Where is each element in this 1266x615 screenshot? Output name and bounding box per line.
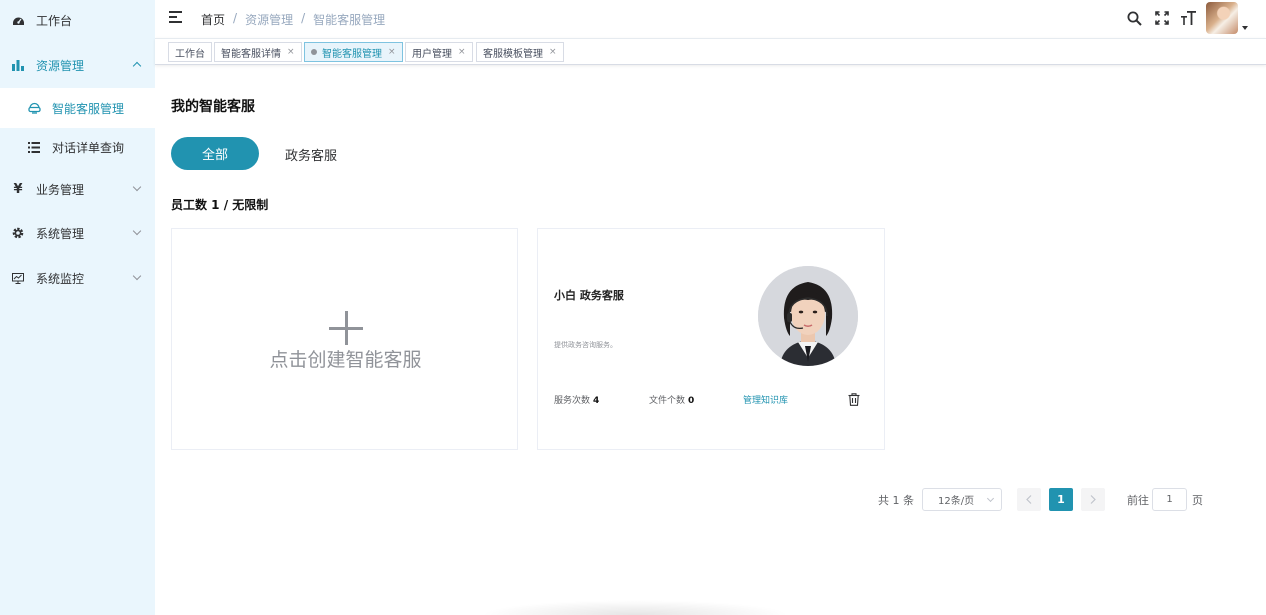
user-avatar[interactable]: [1206, 2, 1238, 34]
page-number-button[interactable]: 1: [1049, 488, 1073, 511]
close-icon[interactable]: ×: [458, 47, 466, 57]
trash-icon[interactable]: [848, 391, 862, 406]
sidebar-item-workbench[interactable]: 工作台: [0, 0, 155, 40]
bot-card: 小白 政务客服 提供政务咨询服务。 服务次数 4 文件个数 0 管理知识库: [537, 228, 885, 450]
search-icon[interactable]: [1125, 9, 1144, 28]
pagination-total: 共 1 条: [878, 494, 914, 507]
tag-bot-management[interactable]: 智能客服管理 ×: [304, 42, 403, 62]
bot-icon: [27, 101, 41, 115]
goto-label: 前往: [1127, 494, 1149, 507]
header-tools: [1125, 2, 1248, 34]
bot-description: 提供政务咨询服务。: [554, 341, 617, 349]
file-count: 文件个数 0: [649, 393, 694, 406]
breadcrumb-resource: 资源管理: [245, 13, 294, 27]
page-title: 我的智能客服: [171, 99, 255, 115]
sidebar-item-resource[interactable]: 资源管理: [0, 45, 155, 85]
list-icon: [27, 140, 41, 154]
sidebar-item-label: 对话详单查询: [52, 140, 125, 155]
tag-workbench[interactable]: 工作台: [168, 42, 212, 62]
tag-template-management[interactable]: 客服模板管理 ×: [476, 42, 564, 62]
hamburger-icon[interactable]: [169, 11, 182, 24]
tag-user-management[interactable]: 用户管理 ×: [405, 42, 473, 62]
sidebar-item-label: 智能客服管理: [52, 101, 125, 116]
bot-avatar: [758, 266, 858, 366]
filter-gov-button[interactable]: 政务客服: [285, 145, 337, 164]
service-count-value: 4: [593, 396, 600, 406]
sidebar-item-label: 资源管理: [36, 58, 85, 73]
fullscreen-icon[interactable]: [1152, 9, 1171, 28]
page-size-value: 12条/页: [938, 496, 975, 507]
tag-bot-detail[interactable]: 智能客服详情 ×: [214, 42, 302, 62]
close-icon[interactable]: ×: [287, 47, 295, 57]
dashboard-icon: [11, 13, 25, 27]
breadcrumb-separator: /: [233, 11, 238, 25]
sidebar-item-monitor[interactable]: 系统监控: [0, 258, 155, 298]
file-count-label: 文件个数: [649, 396, 686, 406]
create-bot-card[interactable]: 点击创建智能客服: [171, 228, 518, 450]
prev-page-button[interactable]: [1017, 488, 1041, 511]
plus-icon: [329, 311, 363, 345]
monitor-icon: [11, 271, 25, 285]
page-size-select[interactable]: 12条/页: [922, 488, 1002, 511]
tag-label: 工作台: [175, 48, 205, 60]
chevron-down-icon: [986, 494, 995, 503]
caret-down-icon[interactable]: [1242, 26, 1248, 30]
sidebar-item-bot-management[interactable]: 智能客服管理: [0, 88, 155, 128]
tag-label: 智能客服详情: [221, 48, 281, 60]
sidebar-item-label: 业务管理: [36, 182, 85, 197]
chevron-down-icon: [132, 182, 142, 192]
service-count: 服务次数 4: [554, 393, 599, 406]
breadcrumb: 首页 / 资源管理 / 智能客服管理: [201, 11, 385, 28]
create-bot-label: 点击创建智能客服: [269, 349, 422, 371]
sidebar-item-label: 系统管理: [36, 226, 85, 241]
bot-name: 小白 政务客服: [554, 289, 624, 302]
sidebar-item-label: 工作台: [36, 13, 73, 28]
service-count-label: 服务次数: [554, 396, 591, 406]
staff-count: 员工数 1 / 无限制: [171, 198, 269, 212]
close-icon[interactable]: ×: [549, 47, 557, 57]
next-page-button[interactable]: [1081, 488, 1105, 511]
bar-chart-icon: [11, 58, 25, 72]
filter-all-button[interactable]: 全部: [171, 137, 259, 170]
top-navbar: 首页 / 资源管理 / 智能客服管理: [155, 0, 1266, 38]
sidebar-item-business[interactable]: ¥ 业务管理: [0, 169, 155, 209]
chevron-right-icon: [1090, 495, 1096, 504]
bottom-shadow: [480, 600, 790, 615]
close-icon[interactable]: ×: [388, 47, 396, 57]
goto-page-input[interactable]: [1152, 488, 1187, 511]
sidebar-item-label: 系统监控: [36, 271, 85, 286]
gear-icon: [11, 226, 25, 240]
tags-view: 工作台 智能客服详情 × 智能客服管理 × 用户管理 × 客服模板管理 ×: [155, 38, 1266, 65]
tag-label: 用户管理: [412, 48, 452, 60]
tag-label: 客服模板管理: [483, 48, 543, 60]
breadcrumb-current: 智能客服管理: [313, 13, 386, 27]
font-size-icon[interactable]: [1179, 9, 1198, 28]
chevron-up-icon: [132, 61, 142, 71]
manage-knowledge-link[interactable]: 管理知识库: [743, 393, 788, 406]
breadcrumb-home[interactable]: 首页: [201, 11, 225, 28]
tag-label: 智能客服管理: [322, 48, 382, 60]
sidebar-item-dialog-query[interactable]: 对话详单查询: [0, 127, 155, 167]
chevron-down-icon: [132, 226, 142, 236]
chevron-down-icon: [132, 271, 142, 281]
sidebar: 工作台 资源管理 智能客服管理 对话详单查询 ¥ 业务管理 系统管理 系统监控: [0, 0, 155, 615]
app-root: 工作台 资源管理 智能客服管理 对话详单查询 ¥ 业务管理 系统管理 系统监控 …: [0, 0, 1266, 615]
chevron-left-icon: [1026, 495, 1032, 504]
sidebar-item-system[interactable]: 系统管理: [0, 213, 155, 253]
yen-icon: ¥: [13, 181, 23, 197]
page-suffix-label: 页: [1192, 494, 1203, 507]
breadcrumb-separator: /: [301, 11, 306, 25]
file-count-value: 0: [688, 396, 695, 406]
active-dot-icon: [311, 49, 317, 55]
